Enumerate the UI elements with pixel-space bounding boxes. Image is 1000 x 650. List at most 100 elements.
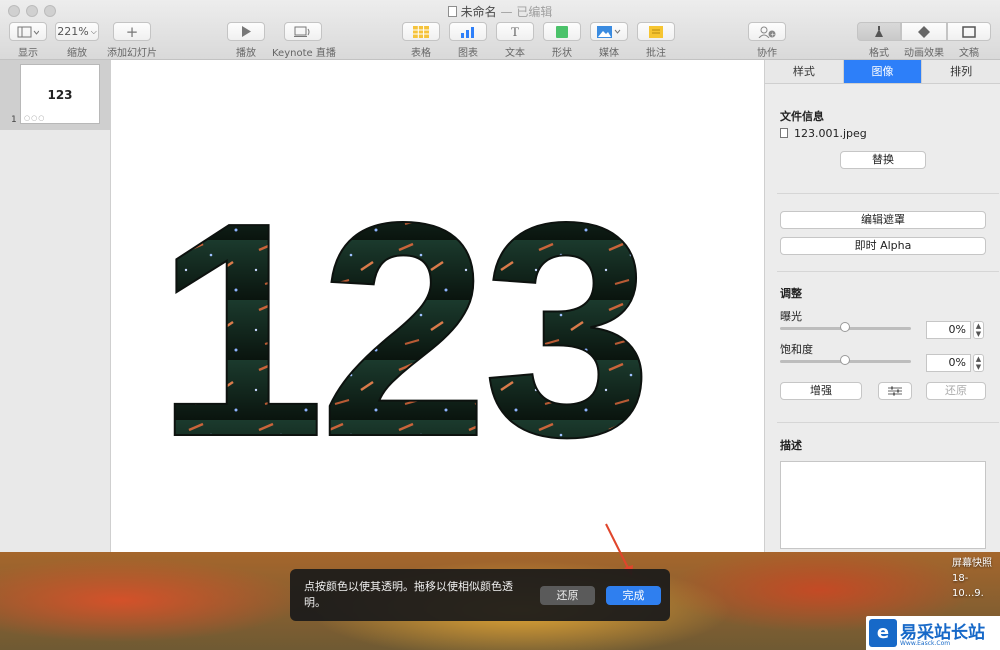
document-inspector-icon xyxy=(962,25,976,38)
zoom-select[interactable]: 221% ⌵ xyxy=(55,22,99,41)
slide-canvas[interactable]: 123 xyxy=(111,60,764,552)
exposure-field[interactable]: 0% xyxy=(926,321,971,339)
edit-mask-button[interactable]: 编辑遮罩 xyxy=(780,211,986,229)
exposure-slider-thumb[interactable] xyxy=(840,322,850,332)
adjust-revert-button[interactable]: 还原 xyxy=(926,382,986,400)
comment-toolbar-item[interactable]: 批注 xyxy=(637,22,675,59)
tab-style[interactable]: 样式 xyxy=(765,60,844,83)
format-label: 格式 xyxy=(869,48,889,59)
saturation-slider[interactable] xyxy=(780,355,911,365)
document-toolbar-item[interactable]: 文稿 xyxy=(947,22,991,59)
keynote-window: 未命名 — 已编辑 显示 221% ⌵ 缩放 + 添加幻灯片 播放 Keynot… xyxy=(0,0,1000,552)
saturation-field[interactable]: 0% xyxy=(926,354,971,372)
chevron-down-icon: ⌵ xyxy=(90,26,97,36)
format-toolbar-item[interactable]: 格式 xyxy=(857,22,901,59)
slide-text[interactable]: 123 xyxy=(155,158,654,501)
window-title: 未命名 — 已编辑 xyxy=(0,3,1000,20)
paintbrush-icon xyxy=(875,25,883,37)
keynote-live-toolbar-item[interactable]: Keynote 直播 xyxy=(272,22,336,59)
replace-button[interactable]: 替换 xyxy=(840,151,926,169)
document-button[interactable] xyxy=(947,22,991,41)
animate-toolbar-item[interactable]: 动画效果 xyxy=(901,22,947,59)
slide-navigator: 123 1 ○○○ xyxy=(0,60,111,552)
tab-image[interactable]: 图像 xyxy=(843,60,923,83)
instant-alpha-button[interactable]: 即时 Alpha xyxy=(780,237,986,255)
exposure-stepper[interactable]: ▲ ▼ xyxy=(973,321,984,339)
play-icon xyxy=(242,26,251,37)
media-label: 媒体 xyxy=(599,48,619,59)
shape-label: 形状 xyxy=(552,48,572,59)
collaborate-label: 协作 xyxy=(757,48,777,59)
chart-label: 图表 xyxy=(458,48,478,59)
chart-toolbar-item[interactable]: 图表 xyxy=(449,22,487,59)
chart-button[interactable] xyxy=(449,22,487,41)
slide-number: 1 xyxy=(11,115,17,125)
media-toolbar-item[interactable]: 媒体 xyxy=(590,22,628,59)
format-button[interactable] xyxy=(857,22,901,41)
tab-arrange[interactable]: 排列 xyxy=(922,60,1000,83)
description-title: 描述 xyxy=(780,439,802,452)
slide-thumbnail-selection[interactable]: 123 1 ○○○ xyxy=(0,60,110,130)
exposure-slider[interactable] xyxy=(780,322,911,332)
view-toolbar-item[interactable]: 显示 xyxy=(8,22,48,59)
sidebar-view-icon xyxy=(17,26,39,37)
masked-image[interactable]: 123 xyxy=(111,60,764,552)
divider xyxy=(777,271,999,272)
watermark-subtext: Www.Easck.Com xyxy=(900,640,951,647)
keynote-live-label: Keynote 直播 xyxy=(272,48,336,59)
comment-button[interactable] xyxy=(637,22,675,41)
shape-button[interactable] xyxy=(543,22,581,41)
add-slide-toolbar-item[interactable]: + 添加幻灯片 xyxy=(106,22,158,59)
saturation-slider-thumb[interactable] xyxy=(840,355,850,365)
animate-label: 动画效果 xyxy=(904,48,944,59)
shape-toolbar-item[interactable]: 形状 xyxy=(543,22,581,59)
zoom-toolbar-item[interactable]: 221% ⌵ 缩放 xyxy=(55,22,99,59)
file-name: 123.001.jpeg xyxy=(794,127,867,140)
divider xyxy=(777,193,999,194)
table-toolbar-item[interactable]: 表格 xyxy=(402,22,440,59)
animate-button[interactable] xyxy=(901,22,947,41)
screenshot-label-line1: 屏幕快照 xyxy=(952,558,992,569)
table-button[interactable] xyxy=(402,22,440,41)
sliders-icon xyxy=(888,386,902,396)
comment-icon xyxy=(649,25,663,38)
table-icon xyxy=(413,25,429,38)
hud-done-button[interactable]: 完成 xyxy=(606,586,661,605)
format-inspector: 样式 图像 排列 文件信息 123.001.jpeg 替换 编辑遮罩 即时 Al… xyxy=(764,60,1000,552)
description-textarea[interactable] xyxy=(780,461,986,549)
view-label: 显示 xyxy=(18,48,38,59)
media-button[interactable] xyxy=(590,22,628,41)
add-slide-button[interactable]: + xyxy=(113,22,151,41)
collaborate-button[interactable]: + xyxy=(748,22,786,41)
bar-chart-icon xyxy=(461,26,474,38)
text-button[interactable]: T xyxy=(496,22,534,41)
site-watermark: e 易采站长站 Www.Easck.Com xyxy=(866,616,1000,650)
enhance-button[interactable]: 增强 xyxy=(780,382,862,400)
play-label: 播放 xyxy=(236,48,256,59)
slide-indicator-dots: ○○○ xyxy=(24,114,46,122)
document-status: — 已编辑 xyxy=(500,5,553,19)
document-icon xyxy=(447,6,457,17)
play-button[interactable] xyxy=(227,22,265,41)
document-name: 未命名 xyxy=(460,5,497,19)
keynote-live-button[interactable] xyxy=(284,22,322,41)
hud-instructions: 点按颜色以使其透明。拖移以使相似颜色透明。 xyxy=(304,580,513,609)
animate-diamond-icon xyxy=(918,25,930,38)
play-toolbar-item[interactable]: 播放 xyxy=(226,22,266,59)
collaborate-toolbar-item[interactable]: + 协作 xyxy=(748,22,786,59)
adjust-levels-button[interactable] xyxy=(878,382,912,400)
add-slide-label: 添加幻灯片 xyxy=(107,48,157,59)
comment-label: 批注 xyxy=(646,48,666,59)
table-label: 表格 xyxy=(411,48,431,59)
saturation-label: 饱和度 xyxy=(780,343,813,356)
file-name-row: 123.001.jpeg xyxy=(780,127,867,140)
inspector-tabs: 样式 图像 排列 xyxy=(765,60,1000,84)
zoom-label: 缩放 xyxy=(67,48,87,59)
view-button[interactable] xyxy=(9,22,47,41)
screenshot-label-line2: 18-10...9. xyxy=(952,573,984,599)
desktop-screenshot-file-label[interactable]: 屏幕快照 18-10...9. xyxy=(952,556,1000,601)
text-toolbar-item[interactable]: T 文本 xyxy=(496,22,534,59)
hud-revert-button[interactable]: 还原 xyxy=(540,586,595,605)
keynote-live-icon xyxy=(294,26,310,37)
saturation-stepper[interactable]: ▲ ▼ xyxy=(973,354,984,372)
